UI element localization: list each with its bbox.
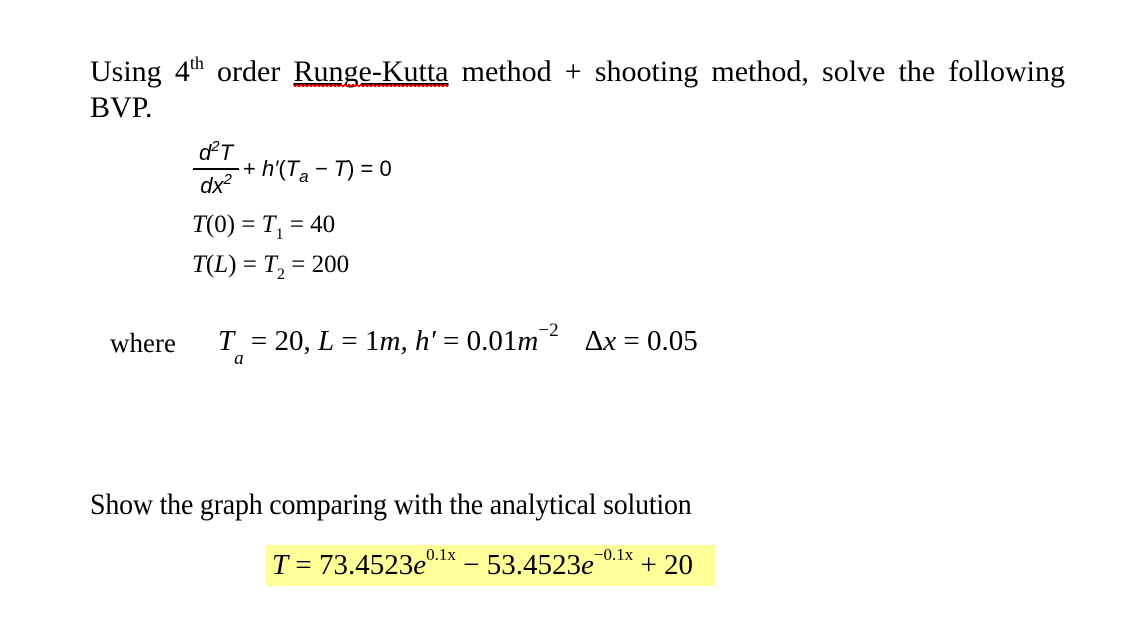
bc-symbol: T bbox=[261, 211, 276, 238]
ambient-temp-subscript: a bbox=[299, 167, 309, 187]
equals-zero: ) = 0 bbox=[347, 156, 392, 182]
h-prime-unit: m bbox=[517, 325, 539, 357]
h-prime-unit-exponent: −2 bbox=[538, 320, 559, 341]
step-variable: x bbox=[603, 325, 617, 357]
step-size-value: = 0.05 bbox=[616, 325, 698, 357]
bc-argument: L bbox=[214, 251, 229, 278]
minus-t: − T bbox=[308, 156, 348, 182]
ambient-temp-value: = 20, bbox=[243, 325, 318, 357]
equals-sign: = bbox=[235, 211, 262, 238]
bc-symbol-subscript: 2 bbox=[276, 266, 285, 283]
ambient-temp-subscript: a bbox=[234, 348, 244, 369]
ambient-temp-symbol: T bbox=[218, 325, 235, 357]
intro-text: method + shooting method, solve the foll… bbox=[448, 55, 1065, 88]
bc-symbol: T bbox=[263, 251, 277, 278]
ambient-temp-symbol: T bbox=[285, 156, 300, 182]
intro-text: order bbox=[203, 55, 294, 88]
task-instruction: Show the graph comparing with the analyt… bbox=[90, 488, 692, 521]
length-value: = 1 bbox=[334, 325, 380, 357]
exp-base-1: e bbox=[413, 549, 427, 581]
equals-sign: = bbox=[236, 251, 264, 278]
delta-symbol: Δ bbox=[584, 325, 604, 357]
bc-open-paren: ( bbox=[205, 251, 215, 278]
analytical-solution-equation: T = 73.4523e0.1x − 53.4523e−0.1x + 20 bbox=[272, 546, 694, 582]
open-paren: ( bbox=[278, 156, 286, 182]
fraction-denominator: dx2 bbox=[198, 170, 234, 199]
intro-text: Using 4 bbox=[90, 55, 190, 88]
denominator-dx: dx bbox=[200, 172, 224, 198]
h-prime-value: = 0.01 bbox=[435, 325, 518, 357]
numerator-var: T bbox=[219, 140, 234, 165]
bc-value: = 200 bbox=[284, 251, 350, 278]
numerator-d: d bbox=[198, 140, 212, 165]
length-unit: m bbox=[379, 325, 401, 357]
bc-symbol-subscript: 1 bbox=[275, 226, 284, 243]
differential-equation: d2T dx2 + h′(Ta − T) = 0 bbox=[193, 138, 392, 199]
solution-coeff-2: − 53.4523 bbox=[455, 549, 581, 581]
second-derivative-fraction: d2T dx2 bbox=[193, 138, 239, 199]
parameter-list: Ta = 20, L = 1m, h′ = 0.01m−2 Δx = 0.05 bbox=[218, 321, 698, 368]
problem-statement-line-2: BVP. bbox=[90, 91, 153, 124]
solution-lhs: T bbox=[272, 549, 289, 581]
solution-coeff-1: = 73.4523 bbox=[288, 549, 414, 581]
analytical-solution-highlight: T = 73.4523e0.1x − 53.4523e−0.1x + 20 bbox=[266, 545, 715, 586]
exp-base-2: e bbox=[580, 549, 594, 581]
ordinal-suffix: th bbox=[189, 53, 204, 73]
plus-sign: + bbox=[243, 156, 262, 182]
fraction-numerator: d2T bbox=[197, 138, 235, 166]
spellcheck-flagged-word[interactable]: Runge-Kutta bbox=[294, 55, 449, 88]
where-label: where bbox=[110, 328, 176, 358]
bc-argument: (0) bbox=[205, 211, 236, 238]
problem-statement: Using 4th order Runge-Kutta method + sho… bbox=[90, 54, 1070, 126]
boundary-condition-right: T(L) = T2 = 200 bbox=[192, 251, 350, 283]
length-symbol: L bbox=[318, 325, 335, 357]
exponent-2: −0.1x bbox=[593, 545, 634, 564]
exponent-1: 0.1x bbox=[426, 545, 456, 564]
bc-value: = 40 bbox=[283, 211, 336, 238]
bc-function: T bbox=[192, 211, 206, 238]
denominator-power: 2 bbox=[223, 170, 232, 188]
solution-constant: + 20 bbox=[633, 549, 694, 581]
problem-statement-line-1: Using 4th order Runge-Kutta method + sho… bbox=[90, 54, 1065, 90]
h-prime-symbol: , h′ bbox=[400, 325, 436, 357]
fraction-bar bbox=[193, 168, 239, 170]
ode-right-side: + h′(Ta − T) = 0 bbox=[243, 156, 392, 185]
bc-function: T bbox=[192, 251, 206, 278]
h-prime: h′ bbox=[261, 156, 279, 182]
boundary-condition-left: T(0) = T1 = 40 bbox=[192, 211, 336, 243]
numerator-power: 2 bbox=[211, 138, 220, 155]
